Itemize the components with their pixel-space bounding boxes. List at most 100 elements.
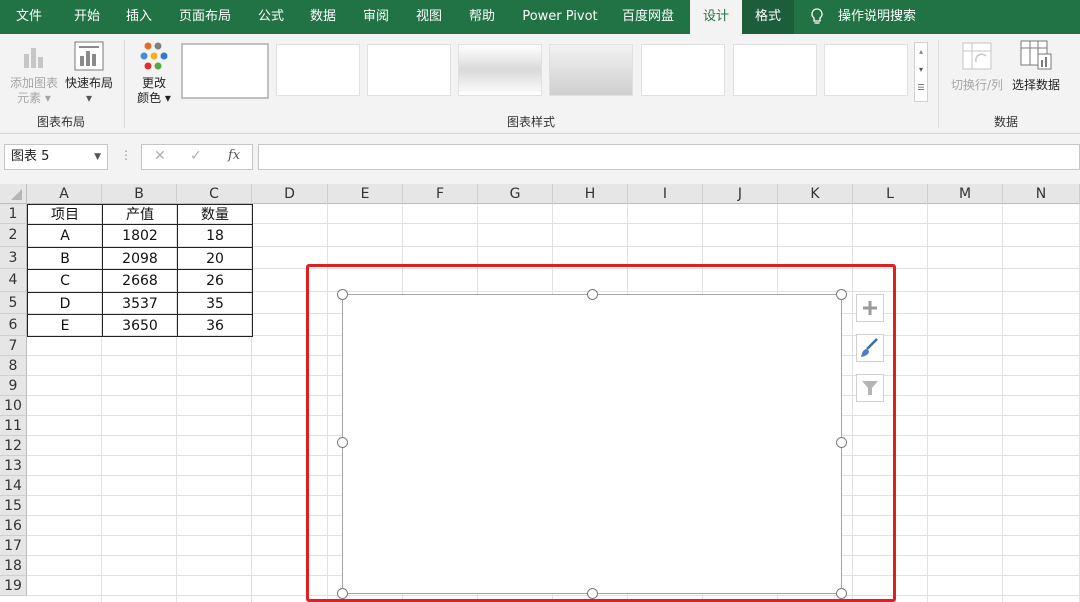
- row-header[interactable]: 4: [0, 269, 27, 292]
- scroll-down-icon[interactable]: ▾: [915, 61, 927, 79]
- chart-filters-button[interactable]: [856, 374, 884, 402]
- table-cell[interactable]: 18: [177, 224, 253, 248]
- resize-handle-left[interactable]: [337, 437, 348, 448]
- row-header[interactable]: 7: [0, 336, 27, 356]
- chart-style-5[interactable]: [549, 44, 633, 96]
- column-header[interactable]: E: [328, 184, 403, 204]
- quick-layout-button[interactable]: 快速布局 ▾: [62, 40, 116, 110]
- row-header[interactable]: 8: [0, 356, 27, 376]
- scroll-up-icon[interactable]: ▴: [915, 43, 927, 61]
- column-header[interactable]: K: [778, 184, 853, 204]
- formula-bar-drag-icon[interactable]: ⋮: [120, 148, 132, 162]
- chart-styles-button[interactable]: [856, 334, 884, 362]
- column-header[interactable]: I: [628, 184, 703, 204]
- resize-handle-bottom-right[interactable]: [836, 588, 847, 599]
- row-header[interactable]: 11: [0, 416, 27, 436]
- tab-data[interactable]: 数据: [300, 0, 346, 34]
- column-header[interactable]: B: [102, 184, 177, 204]
- switch-row-column-button[interactable]: 切换行/列: [946, 42, 1008, 102]
- tab-view[interactable]: 视图: [406, 0, 452, 34]
- column-header[interactable]: N: [1003, 184, 1080, 204]
- row-header[interactable]: 6: [0, 314, 27, 336]
- table-cell[interactable]: B: [27, 247, 103, 270]
- column-header[interactable]: A: [27, 184, 102, 204]
- row-header[interactable]: 1: [0, 204, 27, 224]
- column-header[interactable]: F: [403, 184, 478, 204]
- tab-format[interactable]: 格式: [742, 0, 794, 34]
- row-header[interactable]: 10: [0, 396, 27, 416]
- column-header[interactable]: G: [478, 184, 553, 204]
- row-header[interactable]: 5: [0, 292, 27, 314]
- table-header-cell[interactable]: 产值: [102, 204, 178, 225]
- chart-style-7[interactable]: [733, 44, 817, 96]
- resize-handle-top-right[interactable]: [836, 289, 847, 300]
- chart-style-3[interactable]: [367, 44, 451, 96]
- change-colors-button[interactable]: 更改 颜色 ▾: [132, 40, 176, 110]
- table-cell[interactable]: A: [27, 224, 103, 248]
- tab-page-layout[interactable]: 页面布局: [170, 0, 240, 34]
- column-header[interactable]: D: [252, 184, 328, 204]
- insert-function-icon[interactable]: fx: [228, 148, 240, 163]
- resize-handle-top[interactable]: [587, 289, 598, 300]
- row-header[interactable]: 18: [0, 556, 27, 576]
- chart-area[interactable]: [342, 294, 842, 594]
- resize-handle-bottom[interactable]: [587, 588, 598, 599]
- row-header[interactable]: 13: [0, 456, 27, 476]
- table-cell[interactable]: 2098: [102, 247, 178, 270]
- column-header[interactable]: L: [853, 184, 928, 204]
- row-header[interactable]: 16: [0, 516, 27, 536]
- table-cell[interactable]: 20: [177, 247, 253, 270]
- tell-me-search[interactable]: 操作说明搜索: [832, 0, 922, 34]
- resize-handle-right[interactable]: [836, 437, 847, 448]
- column-header[interactable]: J: [703, 184, 778, 204]
- column-header[interactable]: M: [928, 184, 1003, 204]
- table-cell[interactable]: E: [27, 314, 103, 337]
- table-cell[interactable]: 2668: [102, 269, 178, 293]
- table-cell[interactable]: 3537: [102, 292, 178, 315]
- row-header[interactable]: 15: [0, 496, 27, 516]
- row-header[interactable]: 2: [0, 224, 27, 247]
- table-cell[interactable]: C: [27, 269, 103, 293]
- tab-file[interactable]: 文件: [0, 0, 58, 34]
- row-header[interactable]: 9: [0, 376, 27, 396]
- styles-gallery-scrollbar[interactable]: ▴ ▾ ☰: [914, 42, 928, 102]
- row-header[interactable]: 17: [0, 536, 27, 556]
- select-data-button[interactable]: 选择数据: [1008, 40, 1064, 102]
- chart-style-8[interactable]: [824, 44, 908, 96]
- tab-formulas[interactable]: 公式: [248, 0, 294, 34]
- tab-home[interactable]: 开始: [58, 0, 116, 34]
- table-header-cell[interactable]: 项目: [27, 204, 103, 225]
- chart-style-2[interactable]: [276, 44, 360, 96]
- chart-elements-button[interactable]: [856, 294, 884, 322]
- table-cell[interactable]: 1802: [102, 224, 178, 248]
- chart-style-4[interactable]: [458, 44, 542, 96]
- column-header[interactable]: H: [553, 184, 628, 204]
- table-cell[interactable]: 35: [177, 292, 253, 315]
- row-header[interactable]: 3: [0, 247, 27, 269]
- chart-style-1[interactable]: [181, 43, 269, 99]
- table-cell[interactable]: D: [27, 292, 103, 315]
- table-cell[interactable]: 3650: [102, 314, 178, 337]
- row-header[interactable]: 12: [0, 436, 27, 456]
- tab-help[interactable]: 帮助: [459, 0, 505, 34]
- resize-handle-top-left[interactable]: [337, 289, 348, 300]
- table-header-cell[interactable]: 数量: [177, 204, 253, 225]
- tab-review[interactable]: 审阅: [353, 0, 399, 34]
- tab-insert[interactable]: 插入: [116, 0, 162, 34]
- worksheet-grid[interactable]: ABCDEFGHIJKLMN 1 2 3 4 5 6 7 8 9 10 11 12 13 14 15 16 17…: [0, 184, 1080, 602]
- more-styles-icon[interactable]: ☰: [915, 79, 927, 97]
- table-cell[interactable]: 36: [177, 314, 253, 337]
- row-header[interactable]: 14: [0, 476, 27, 496]
- enter-icon[interactable]: ✓: [190, 148, 202, 164]
- formula-input[interactable]: [258, 144, 1080, 170]
- chevron-down-icon[interactable]: ▼: [94, 145, 101, 169]
- resize-handle-bottom-left[interactable]: [337, 588, 348, 599]
- name-box[interactable]: 图表 5 ▼: [4, 144, 108, 170]
- column-header[interactable]: C: [177, 184, 252, 204]
- chart-style-6[interactable]: [641, 44, 725, 96]
- row-header[interactable]: 19: [0, 576, 27, 596]
- cancel-icon[interactable]: ✕: [154, 148, 166, 164]
- table-cell[interactable]: 26: [177, 269, 253, 293]
- tab-power-pivot[interactable]: Power Pivot: [515, 0, 605, 34]
- select-all-button[interactable]: [0, 184, 27, 204]
